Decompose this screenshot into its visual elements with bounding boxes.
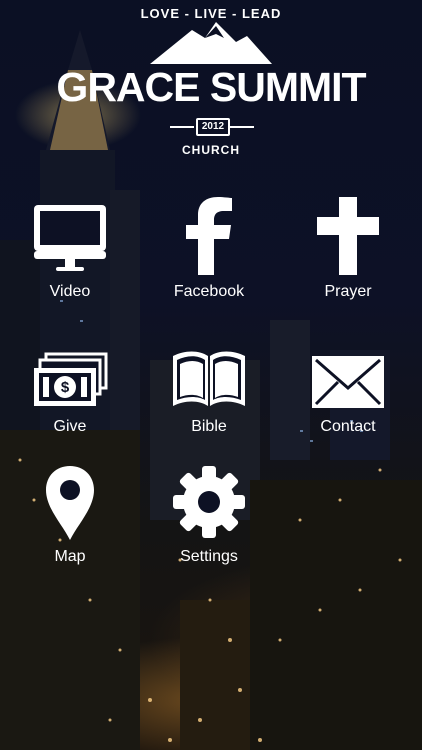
gear-icon [173,466,245,538]
map-button[interactable]: Map [0,460,140,566]
facebook-button[interactable]: Facebook [139,195,279,301]
contact-label: Contact [320,418,376,435]
cross-icon [317,197,379,275]
mountain-icon [150,22,272,64]
prayer-label: Prayer [324,283,372,300]
divider [170,126,194,128]
contact-button[interactable]: Contact [278,330,418,436]
divider [230,126,254,128]
monitor-icon [34,205,106,271]
tagline: LOVE - LIVE - LEAD [140,6,282,21]
envelope-icon [312,356,384,408]
map-pin-icon [46,466,94,540]
video-label: Video [49,283,91,300]
church-name: GRACE SUMMIT [56,64,366,110]
church-subtitle: CHURCH [182,143,240,157]
facebook-label: Facebook [173,283,245,300]
prayer-button[interactable]: Prayer [278,195,418,301]
book-icon [173,351,245,406]
facebook-icon [186,197,232,275]
svg-text:$: $ [61,379,70,396]
church-logo: LOVE - LIVE - LEAD GRACE SUMMIT 2012 CHU… [0,0,422,170]
map-label: Map [54,548,86,565]
video-button[interactable]: Video [0,195,140,301]
give-label: Give [53,418,87,435]
settings-label: Settings [180,548,238,565]
year-badge: 2012 [196,118,230,136]
bible-button[interactable]: Bible [139,330,279,436]
give-button[interactable]: $ Give [0,330,140,436]
money-icon: $ [34,352,108,406]
settings-button[interactable]: Settings [139,460,279,566]
bible-label: Bible [191,418,227,435]
